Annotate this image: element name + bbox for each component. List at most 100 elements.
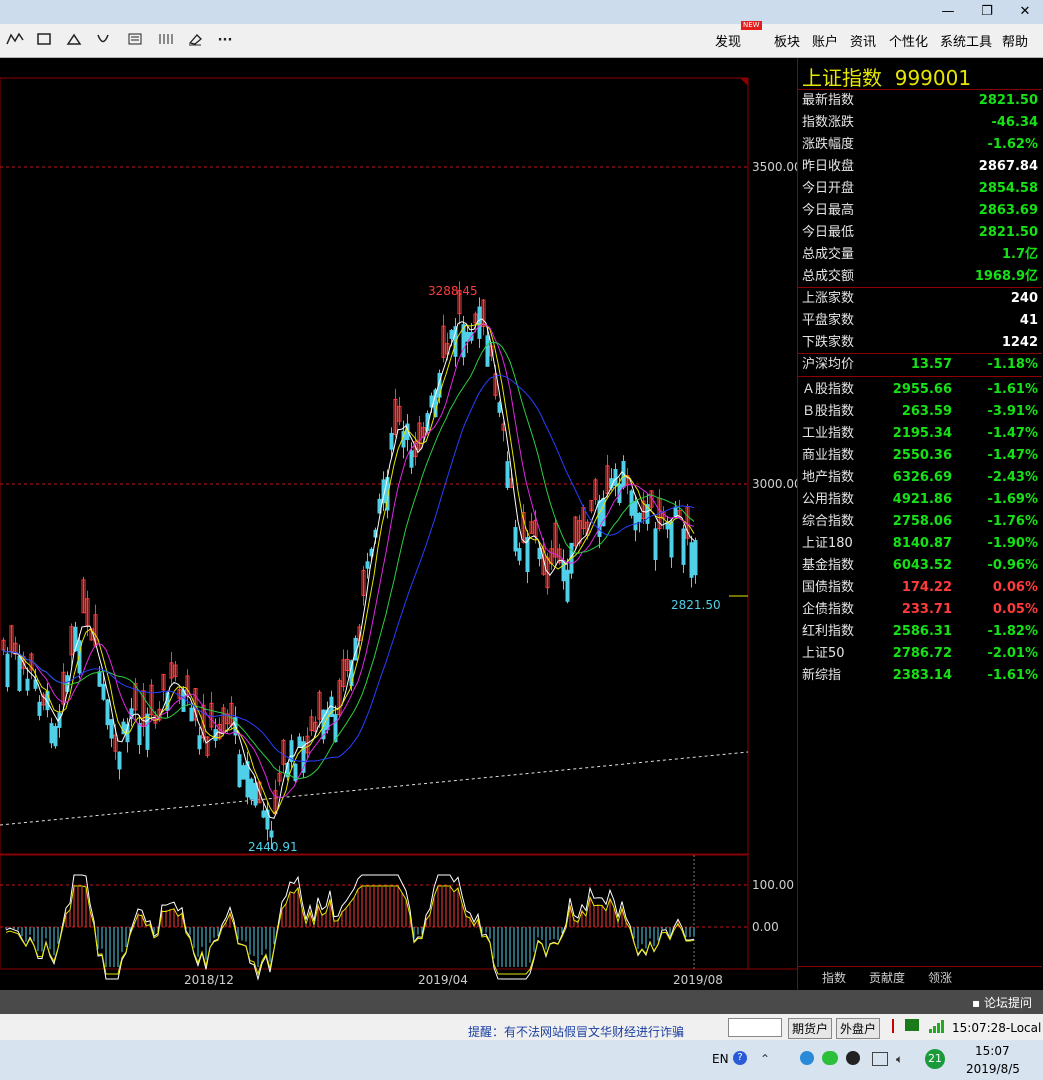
quote-label: 今日最低 — [802, 225, 855, 240]
close-icon[interactable]: ✕ — [1008, 0, 1042, 24]
eraser-tool-icon[interactable] — [184, 32, 206, 50]
candle — [249, 778, 254, 800]
panel-corner-mark — [740, 78, 748, 86]
candlestick-chart[interactable]: 3500.00 3000.00 100.00 0.00 2018/12 2019… — [0, 58, 802, 990]
ma10-line — [1, 323, 695, 815]
index-row[interactable]: 红利指数 2586.31 -1.82% — [798, 621, 1042, 643]
index-row[interactable]: Ｂ股指数 263.59 -3.91% — [798, 401, 1042, 423]
menu-help[interactable]: 帮助 — [1002, 31, 1028, 50]
index-value: 6043.52 — [892, 558, 952, 573]
index-value: 174.22 — [901, 580, 952, 595]
menu-sectors[interactable]: 板块 — [774, 31, 800, 50]
index-row[interactable]: 工业指数 2195.34 -1.47% — [798, 423, 1042, 445]
quote-value: 1.7亿 — [1001, 247, 1038, 262]
breadth-label: 上涨家数 — [802, 291, 855, 306]
candle — [261, 810, 266, 818]
index-row[interactable]: 上证180 8140.87 -1.90% — [798, 533, 1042, 555]
index-value: 263.59 — [901, 404, 952, 419]
tab-index[interactable]: 指数 — [822, 969, 846, 986]
menu-discover[interactable]: 发现 — [715, 31, 741, 50]
forum-button[interactable]: ▪ 论坛提问 — [972, 994, 1032, 1011]
new-badge: NEW — [741, 21, 762, 30]
menu-news[interactable]: 资讯 — [850, 31, 876, 50]
index-change: -1.61% — [987, 668, 1039, 683]
candle — [269, 830, 274, 838]
index-row[interactable]: 商业指数 2550.36 -1.47% — [798, 445, 1042, 467]
status-bar: ▪ 论坛提问 — [0, 990, 1043, 1014]
index-change: 0.05% — [992, 602, 1038, 617]
index-row[interactable]: 国债指数 174.22 0.06% — [798, 577, 1042, 599]
triangle-tool-icon[interactable] — [63, 32, 85, 50]
text-tool-icon[interactable] — [124, 32, 146, 50]
line-tool-icon[interactable] — [4, 32, 26, 50]
help-icon[interactable]: ? — [733, 1051, 747, 1065]
index-value: 2586.31 — [892, 624, 952, 639]
kline-chart-area[interactable]: 3500.00 3000.00 100.00 0.00 2018/12 2019… — [0, 58, 802, 990]
candle — [681, 528, 686, 565]
signal-icon — [928, 1018, 944, 1037]
index-change: 0.06% — [992, 580, 1038, 595]
ma20-line — [1, 323, 695, 798]
high-annotation: 3288.45 — [428, 284, 478, 298]
external-account-button[interactable]: 外盘户 — [836, 1018, 881, 1039]
volume-icon[interactable]: 🔈︎ — [896, 1052, 903, 1067]
candle — [37, 701, 42, 716]
language-indicator[interactable]: EN — [712, 1052, 729, 1066]
index-row[interactable]: 企债指数 233.71 0.05% — [798, 599, 1042, 621]
index-value: 2383.14 — [892, 668, 952, 683]
quote-row[interactable]: 今日最低 2821.50 — [798, 222, 1042, 244]
candle — [633, 501, 638, 531]
quote-value: 2821.50 — [978, 93, 1038, 108]
menu-personalize[interactable]: 个性化 — [889, 31, 928, 50]
candle — [497, 402, 502, 413]
quote-value: 2821.50 — [978, 225, 1038, 240]
index-label: 商业指数 — [802, 448, 855, 463]
quote-label: 今日最高 — [802, 203, 855, 218]
index-row[interactable]: Ａ股指数 2955.66 -1.61% — [798, 379, 1042, 401]
notification-badge[interactable]: 21 — [925, 1049, 945, 1069]
index-change: -1.61% — [987, 382, 1039, 397]
qq-icon[interactable] — [846, 1051, 860, 1065]
parallel-lines-tool-icon[interactable] — [154, 32, 176, 50]
display-icon[interactable] — [872, 1052, 888, 1066]
wechat-icon[interactable] — [822, 1051, 838, 1065]
futures-account-button[interactable]: 期货户 — [788, 1018, 833, 1039]
arc-tool-icon[interactable] — [92, 32, 114, 50]
tab-leaders[interactable]: 领涨 — [928, 969, 952, 986]
local-clock: 15:07:28-Local — [952, 1021, 1042, 1035]
browser-icon[interactable] — [800, 1051, 814, 1065]
code-input[interactable] — [728, 1018, 782, 1037]
quote-row[interactable]: 今日开盘 2854.58 — [798, 178, 1042, 200]
tab-contribution[interactable]: 贡献度 — [869, 969, 905, 986]
restore-icon[interactable]: ❐ — [970, 0, 1004, 24]
tray-arrow-icon[interactable]: ⌃ — [760, 1052, 770, 1066]
menu-system-tools[interactable]: 系统工具 — [940, 31, 992, 50]
minimize-icon[interactable]: — — [931, 0, 965, 24]
index-row[interactable]: 公用指数 4921.86 -1.69% — [798, 489, 1042, 511]
index-row[interactable]: 基金指数 6043.52 -0.96% — [798, 555, 1042, 577]
quote-row[interactable]: 总成交额 1968.9亿 — [798, 266, 1042, 288]
quote-row[interactable]: 指数涨跌 -46.34 — [798, 112, 1042, 134]
index-row[interactable]: 新综指 2383.14 -1.61% — [798, 665, 1042, 687]
index-row[interactable]: 综合指数 2758.06 -1.76% — [798, 511, 1042, 533]
index-change: -2.01% — [987, 646, 1039, 661]
index-row[interactable]: 地产指数 6326.69 -2.43% — [798, 467, 1042, 489]
candle — [101, 683, 106, 700]
quote-row[interactable]: 今日最高 2863.69 — [798, 200, 1042, 222]
index-change: -1.69% — [987, 492, 1039, 507]
candle — [241, 765, 246, 780]
index-label: Ｂ股指数 — [802, 404, 855, 419]
breadth-value: 41 — [1019, 313, 1038, 328]
quote-row[interactable]: 总成交量 1.7亿 — [798, 244, 1042, 266]
quote-row[interactable]: 最新指数 2821.50 — [798, 90, 1042, 112]
price-tick-3500: 3500.00 — [752, 160, 797, 174]
index-label: 综合指数 — [802, 514, 855, 529]
quote-value: 1968.9亿 — [974, 269, 1038, 284]
quote-row[interactable]: 涨跌幅度 -1.62% — [798, 134, 1042, 156]
quote-row[interactable]: 昨日收盘 2867.84 — [798, 156, 1042, 178]
more-tools-icon[interactable]: ··· — [214, 32, 236, 50]
index-value: 2195.34 — [892, 426, 952, 441]
rectangle-tool-icon[interactable] — [33, 32, 55, 50]
index-row[interactable]: 上证50 2786.72 -2.01% — [798, 643, 1042, 665]
menu-account[interactable]: 账户 — [812, 31, 838, 50]
